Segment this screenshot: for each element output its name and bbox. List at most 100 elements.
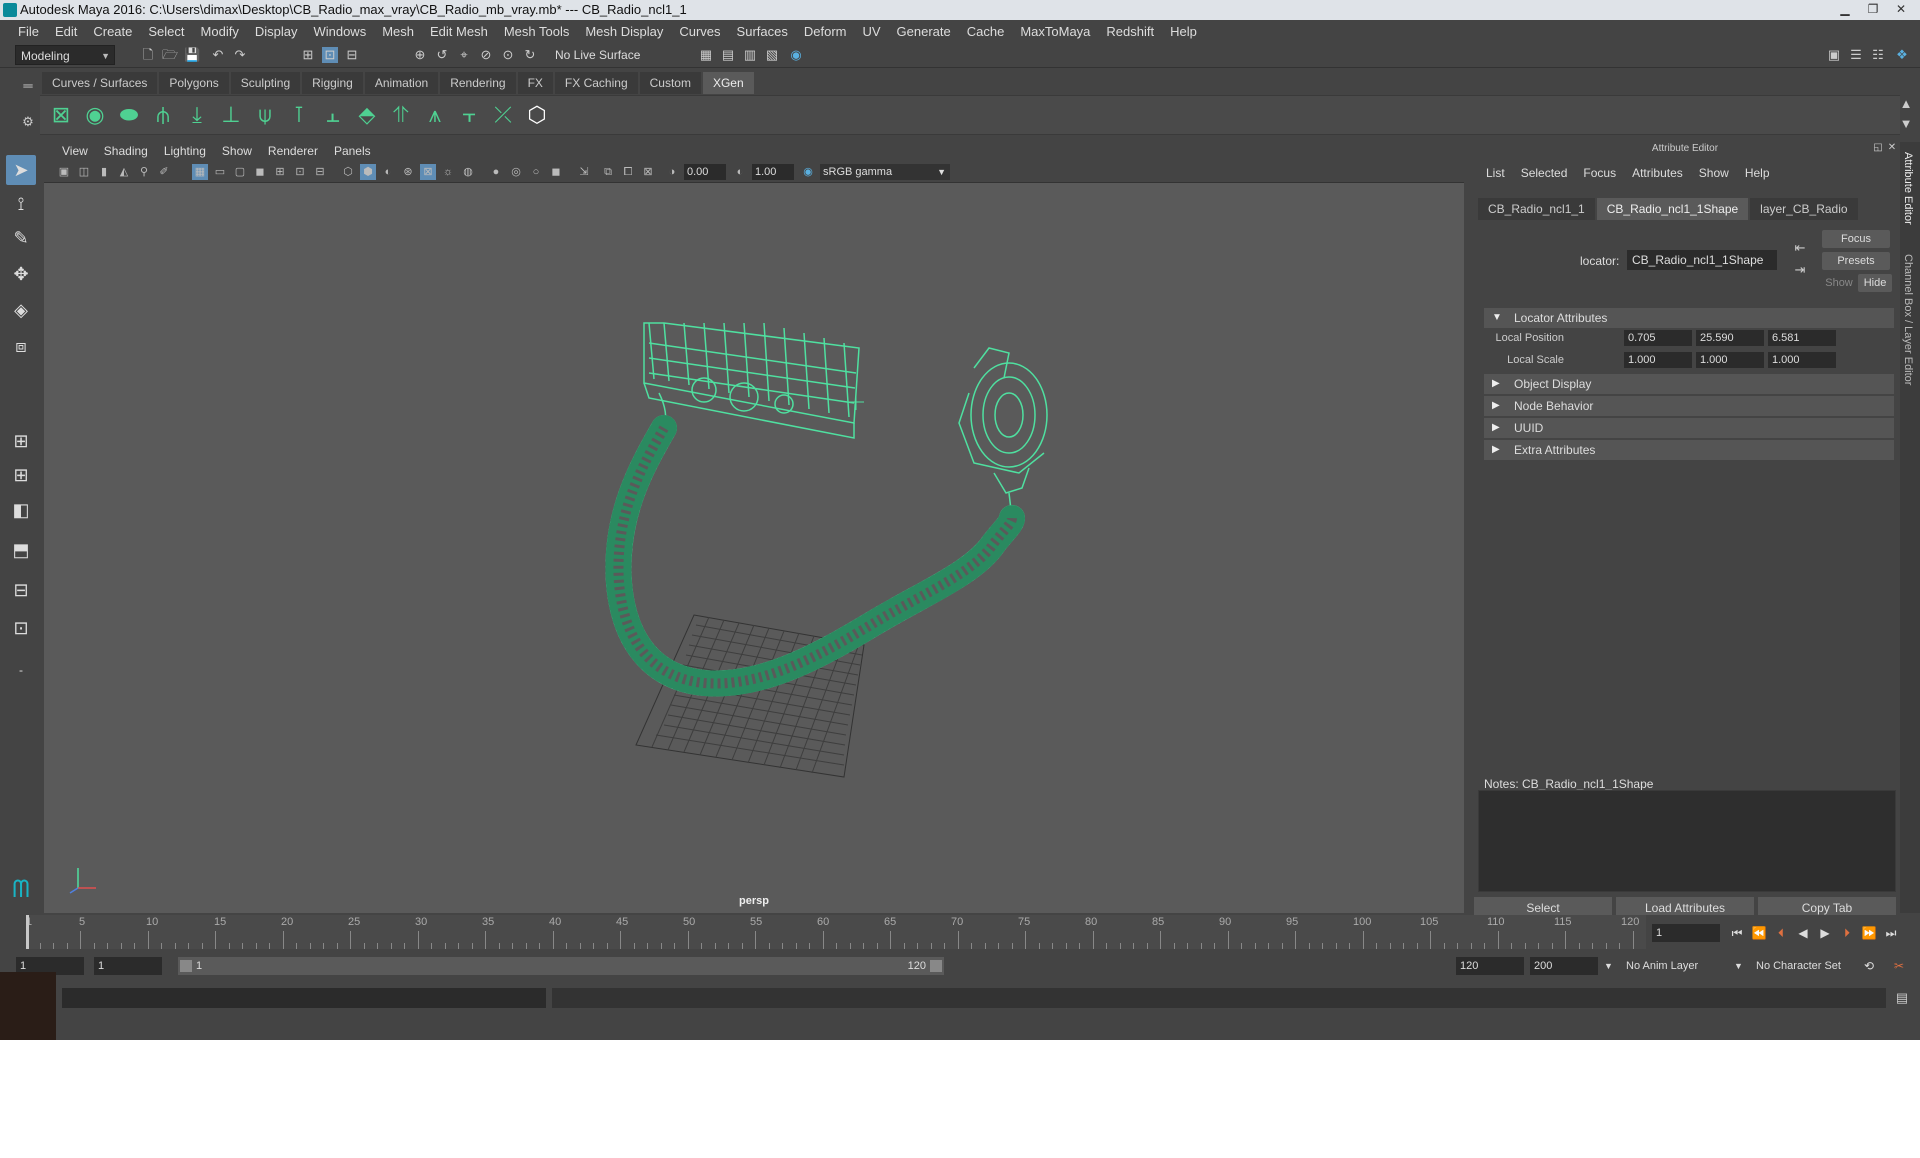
grid-toggle-icon[interactable]: ▦ [192, 164, 208, 180]
ae-menu-attributes[interactable]: Attributes [1624, 164, 1691, 182]
outliner-toggle-icon[interactable]: ☰ [1848, 47, 1864, 63]
xgen-create-icon[interactable]: ⬬ [114, 100, 144, 130]
menu-create[interactable]: Create [85, 21, 140, 42]
tab-fx[interactable]: FX [517, 72, 553, 94]
auto-key-icon[interactable]: ⟲ [1860, 957, 1878, 975]
menu-uv[interactable]: UV [854, 21, 888, 42]
section-extra-attributes[interactable]: ▶ Extra Attributes [1484, 440, 1894, 460]
guide-layers-icon[interactable]: ⬘ [352, 100, 382, 130]
guide-lock-icon[interactable]: ⊺ [284, 100, 314, 130]
menu-help[interactable]: Help [1162, 21, 1205, 42]
close-icon[interactable]: ✕ [1888, 0, 1914, 18]
color-management-icon[interactable]: ◉ [800, 164, 816, 180]
render-view-icon[interactable]: ▧ [764, 47, 780, 63]
viewport-menu-view[interactable]: View [54, 142, 96, 161]
section-node-behavior[interactable]: ▶ Node Behavior [1484, 396, 1894, 416]
depth-of-field-icon[interactable]: ○ [528, 164, 544, 180]
bookmark-icon[interactable]: ▮ [96, 164, 112, 180]
menu-generate[interactable]: Generate [889, 21, 959, 42]
presets-button[interactable]: Presets [1822, 252, 1890, 270]
focus-button[interactable]: Focus [1822, 230, 1890, 248]
backface-icon[interactable]: ⊠ [640, 164, 656, 180]
step-forward-frame-icon[interactable]: ⏵ [1838, 924, 1856, 942]
menu-select[interactable]: Select [140, 21, 192, 42]
current-time-marker[interactable] [26, 915, 29, 949]
render-frame-icon[interactable]: ▤ [720, 47, 736, 63]
render-settings-icon[interactable]: ▦ [698, 47, 714, 63]
menu-cache[interactable]: Cache [959, 21, 1013, 42]
show-button[interactable]: Show [1822, 274, 1856, 292]
camera-select-icon[interactable]: ▣ [56, 164, 72, 180]
snap-curve-icon[interactable]: ↺ [434, 47, 450, 63]
tab-curves-surfaces[interactable]: Curves / Surfaces [42, 72, 158, 94]
guide-rotate-icon[interactable]: ⍦ [250, 100, 280, 130]
script-editor-icon[interactable]: ▤ [1894, 990, 1910, 1006]
ae-menu-selected[interactable]: Selected [1513, 164, 1576, 182]
xray-icon[interactable]: ⇲ [576, 164, 592, 180]
tab-rigging[interactable]: Rigging [302, 72, 363, 94]
add-guide-icon[interactable]: ⫛ [148, 100, 178, 130]
shelf-scroll-up-icon[interactable]: ▲ [1898, 96, 1914, 112]
use-all-lights-icon[interactable]: ⊠ [420, 164, 436, 180]
ae-menu-list[interactable]: List [1478, 164, 1513, 182]
select-component-icon[interactable]: ⊟ [344, 47, 360, 63]
viewport-menu-lighting[interactable]: Lighting [156, 142, 214, 161]
timeline-track[interactable]: 1 5 10 15 20 25 30 35 40 45 50 55 60 65 … [26, 915, 1646, 949]
guide-bend-icon[interactable]: ⩚ [420, 100, 450, 130]
single-perspective-layout-icon[interactable]: ⊞ [6, 426, 36, 456]
multisample-aa-icon[interactable]: ◎ [508, 164, 524, 180]
scale-tool-icon[interactable]: ⧈ [6, 331, 36, 361]
close-panel-icon[interactable]: ✕ [1884, 140, 1900, 156]
guide-length-icon[interactable]: ⊥ [216, 100, 246, 130]
menu-mesh-tools[interactable]: Mesh Tools [496, 21, 578, 42]
persp-graph-layout-icon[interactable]: ⬒ [6, 535, 36, 565]
play-backward-icon[interactable]: ◀ [1794, 924, 1812, 942]
shadows-icon[interactable]: ☼ [440, 164, 456, 180]
playback-start-field[interactable]: 1 [94, 957, 162, 975]
snap-surface-icon[interactable]: ⊙ [500, 47, 516, 63]
safe-title-icon[interactable]: ⊟ [312, 164, 328, 180]
tab-sculpting[interactable]: Sculpting [230, 72, 301, 94]
channel-box-toggle-icon[interactable]: ☷ [1870, 47, 1886, 63]
anim-layer-dropdown[interactable]: No Anim Layer [1622, 957, 1742, 975]
local-position-z-field[interactable]: 6.581 [1768, 330, 1836, 346]
locator-name-field[interactable]: CB_Radio_ncl1_1Shape [1627, 250, 1777, 270]
chevron-down-icon[interactable]: ▼ [1604, 957, 1613, 975]
go-to-end-icon[interactable]: ⏭ [1882, 924, 1900, 942]
safe-action-icon[interactable]: ⊡ [292, 164, 308, 180]
select-hierarchy-icon[interactable]: ⊞ [300, 47, 316, 63]
end-time-field[interactable]: 200 [1530, 957, 1598, 975]
tab-polygons[interactable]: Polygons [159, 72, 229, 94]
xray-components-icon[interactable]: ⧠ [620, 164, 636, 180]
local-position-x-field[interactable]: 0.705 [1624, 330, 1692, 346]
persp-outliner-layout-icon[interactable]: ◧ [6, 495, 36, 525]
maximize-icon[interactable]: ❐ [1860, 0, 1886, 18]
local-scale-x-field[interactable]: 1.000 [1624, 352, 1692, 368]
play-forward-icon[interactable]: ▶ [1816, 924, 1834, 942]
select-tool-icon[interactable]: ➤ [6, 155, 36, 185]
range-end-handle[interactable] [930, 960, 942, 972]
playback-end-field[interactable]: 120 [1456, 957, 1524, 975]
tab-custom[interactable]: Custom [639, 72, 701, 94]
select-guide-icon[interactable]: ⤓ [182, 100, 212, 130]
step-back-key-icon[interactable]: ⏪ [1750, 924, 1768, 942]
character-set-dropdown[interactable]: No Character Set [1752, 957, 1872, 975]
menu-file[interactable]: File [10, 21, 47, 42]
gamma-field[interactable]: 1.00 [752, 164, 794, 180]
menu-edit[interactable]: Edit [47, 21, 85, 42]
tab-rendering[interactable]: Rendering [440, 72, 516, 94]
gate-mask-icon[interactable]: ◼ [252, 164, 268, 180]
node-output-icon[interactable]: ⇥ [1792, 262, 1808, 278]
guide-cut-icon[interactable]: ⤫ [488, 100, 518, 130]
viewport-menu-panels[interactable]: Panels [326, 142, 379, 161]
menu-maxtomaya[interactable]: MaxToMaya [1012, 21, 1098, 42]
tab-animation[interactable]: Animation [364, 72, 439, 94]
motion-blur-icon[interactable]: ● [488, 164, 504, 180]
section-object-display[interactable]: ▶ Object Display [1484, 374, 1894, 394]
ipr-render-icon[interactable]: ▥ [742, 47, 758, 63]
menu-windows[interactable]: Windows [305, 21, 374, 42]
exposure-field[interactable]: 0.00 [684, 164, 726, 180]
four-view-layout-icon[interactable]: ⊞ [6, 460, 36, 490]
paint-select-tool-icon[interactable]: ✎ [6, 223, 36, 253]
animation-prefs-icon[interactable]: ✂ [1890, 957, 1908, 975]
